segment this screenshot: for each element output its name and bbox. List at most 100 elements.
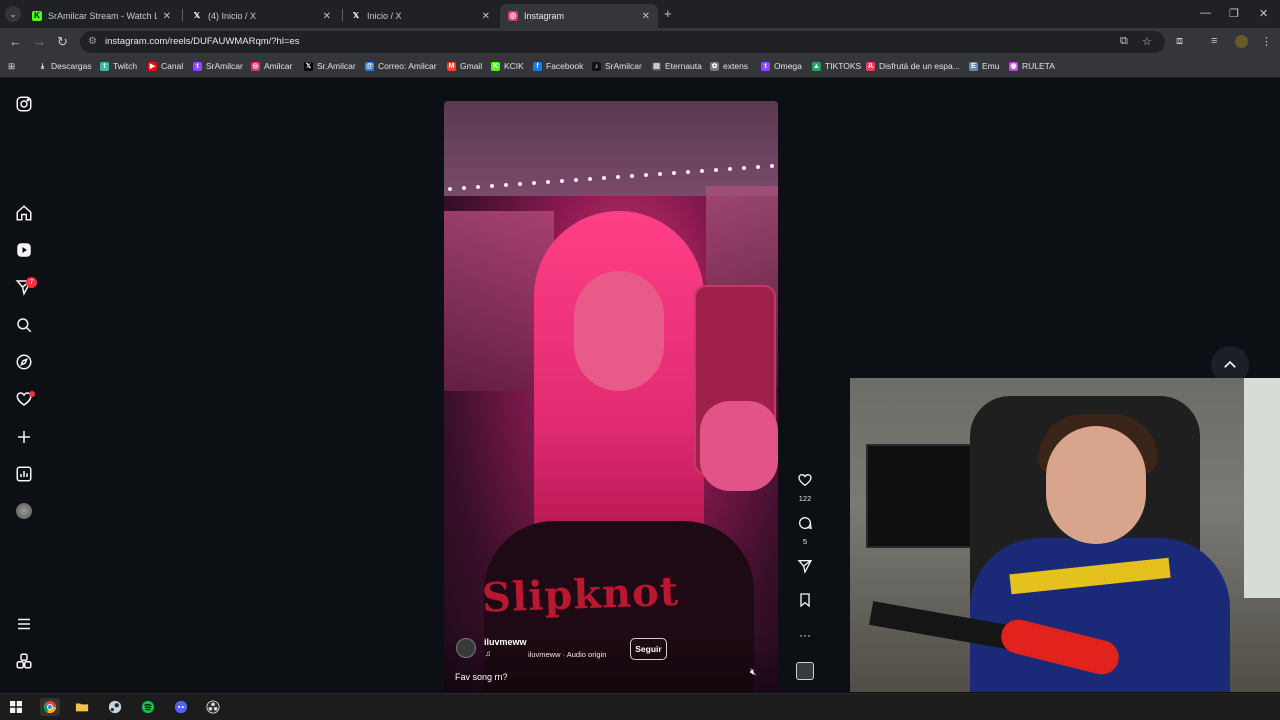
share-button[interactable]: [790, 558, 820, 579]
bookmark-item[interactable]: ▶ Canal: [148, 61, 183, 71]
bookmark-icon: [800, 593, 810, 608]
restore-icon[interactable]: ❐: [1229, 7, 1239, 20]
reel-video[interactable]: Slipknot iluvmeww ♫ iluvmeww · Audio ori…: [444, 101, 778, 693]
minimize-icon[interactable]: —: [1200, 7, 1211, 19]
bookmark-item[interactable]: t Omega: [761, 61, 802, 71]
bookmark-item[interactable]: t Twitch: [100, 61, 137, 71]
bookmark-star-icon[interactable]: ☆: [1142, 35, 1152, 48]
page-icon: ▤: [652, 61, 661, 71]
windows-start-icon[interactable]: [6, 698, 26, 716]
home-icon[interactable]: [14, 203, 34, 223]
bookmark-item[interactable]: ◎ Amilcar: [251, 61, 292, 71]
comment-button[interactable]: 5: [790, 515, 820, 546]
close-icon[interactable]: ✕: [642, 11, 650, 22]
bookmark-item[interactable]: ▤ Eternauta: [652, 61, 702, 71]
bookmark-item[interactable]: t SrAmilcar: [193, 61, 243, 71]
dashboard-icon[interactable]: [14, 464, 34, 484]
webcam-window: [1244, 378, 1280, 598]
bookmark-item[interactable]: @ Correo: Amilcar: [365, 61, 437, 71]
bookmark-item[interactable]: ▲ TIKTOKS: [812, 61, 861, 71]
share-icon: [797, 560, 813, 574]
apps-grid-icon[interactable]: ⊞: [8, 61, 15, 72]
webcam-streamer-face: [1046, 426, 1146, 544]
mute-icon[interactable]: 🔇︎: [750, 667, 756, 678]
instagram-logo-icon[interactable]: [14, 94, 34, 114]
chrome-icon[interactable]: [40, 698, 60, 716]
file-explorer-icon[interactable]: [72, 698, 92, 716]
reading-list-icon[interactable]: ≡: [1211, 35, 1217, 47]
reel-caption: Fav song rn?: [455, 672, 508, 682]
download-icon: ⤓: [38, 61, 47, 71]
bookmark-item[interactable]: ✿ extens: [710, 61, 748, 71]
bookmark-label: Emu: [982, 61, 1000, 71]
x-icon: 𝕏: [352, 11, 360, 20]
create-icon[interactable]: [14, 427, 34, 447]
address-bar[interactable]: ⚙ instagram.com/reels/DUFAUWMARqm/?hl=es: [80, 31, 1165, 53]
video-subject: [534, 211, 704, 571]
new-tab-button[interactable]: +: [664, 6, 672, 21]
bookmark-item[interactable]: ♪ SrAmilcar: [592, 61, 642, 71]
tab-instagram[interactable]: ◎ Instagram ✕: [500, 4, 658, 28]
airbnb-icon: A: [866, 61, 875, 71]
more-menu-icon[interactable]: [14, 614, 34, 634]
bookmark-item[interactable]: A Disfrutá de un espa...: [866, 61, 960, 71]
browser-tabbar: ⌄ K SrAmilcar Stream - Watch Live o ✕ 𝕏 …: [0, 0, 1280, 28]
heart-icon: [798, 473, 812, 487]
windows-taskbar: [0, 693, 1280, 720]
tab-kick[interactable]: K SrAmilcar Stream - Watch Live o ✕: [24, 4, 179, 28]
wheel-icon: ◉: [1009, 61, 1018, 71]
youtube-icon: ▶: [148, 61, 157, 71]
bookmark-label: SrAmilcar: [206, 61, 243, 71]
bookmark-item[interactable]: M Gmail: [447, 61, 482, 71]
tab-divider: [182, 9, 183, 21]
like-button[interactable]: 122: [790, 472, 820, 503]
site-info-icon[interactable]: ⚙: [88, 36, 97, 47]
save-button[interactable]: [790, 592, 820, 613]
discord-icon[interactable]: [171, 698, 191, 716]
bookmark-item[interactable]: ◉ RULETA: [1009, 61, 1055, 71]
tab-x-notifications[interactable]: 𝕏 (4) Inicio / X ✕: [184, 4, 339, 28]
twitch-icon: t: [761, 61, 770, 71]
more-menu-icon[interactable]: ⋮: [1261, 35, 1272, 48]
steam-icon[interactable]: [105, 698, 125, 716]
spotify-icon[interactable]: [138, 698, 158, 716]
install-app-icon[interactable]: ⧉: [1120, 35, 1128, 48]
bookmark-item[interactable]: 𝕏 Sr.Amilcar: [304, 61, 356, 71]
bookmark-item[interactable]: K KCIK: [491, 61, 524, 71]
back-icon[interactable]: ←: [9, 34, 22, 49]
tab-search-button[interactable]: ⌄: [5, 6, 21, 22]
close-icon[interactable]: ✕: [163, 11, 171, 22]
profile-avatar[interactable]: [14, 501, 34, 521]
music-note-icon: ♫: [485, 649, 491, 658]
tab-x-home[interactable]: 𝕏 Inicio / X ✕: [343, 4, 498, 28]
author-username[interactable]: iluvmeww: [484, 637, 527, 647]
audio-label[interactable]: iluvmeww · Audio origin: [528, 650, 606, 659]
x-icon: 𝕏: [193, 11, 201, 20]
notification-dot: [29, 391, 35, 397]
bookmark-item[interactable]: E Emu: [969, 61, 999, 71]
author-avatar[interactable]: [456, 638, 476, 658]
extensions-icon[interactable]: ⧈: [1176, 35, 1183, 48]
close-icon[interactable]: ✕: [323, 11, 331, 22]
close-window-icon[interactable]: ✕: [1259, 7, 1268, 20]
follow-button[interactable]: Seguir: [630, 638, 667, 660]
audio-thumbnail[interactable]: [790, 662, 820, 680]
explore-icon[interactable]: [14, 352, 34, 372]
instagram-sidebar: 7: [0, 79, 48, 692]
tab-title: (4) Inicio / X: [208, 11, 257, 21]
obs-icon[interactable]: [203, 698, 223, 716]
extension-icon: ✿: [710, 61, 719, 71]
search-icon[interactable]: [14, 315, 34, 335]
forward-icon[interactable]: →: [33, 34, 46, 49]
bookmark-item[interactable]: ⤓ Descargas: [38, 61, 92, 71]
bookmark-label: Disfrutá de un espa...: [879, 61, 960, 71]
profile-avatar-icon[interactable]: [1235, 35, 1248, 48]
reload-icon[interactable]: ↻: [57, 34, 68, 50]
gmail-icon: M: [447, 61, 456, 71]
close-icon[interactable]: ✕: [482, 11, 490, 22]
bookmark-item[interactable]: f Facebook: [533, 61, 583, 71]
also-from-meta-icon[interactable]: [14, 651, 34, 671]
more-options-icon[interactable]: ···: [790, 628, 820, 642]
reels-icon[interactable]: [14, 240, 34, 260]
bookmark-label: TIKTOKS: [825, 61, 862, 71]
